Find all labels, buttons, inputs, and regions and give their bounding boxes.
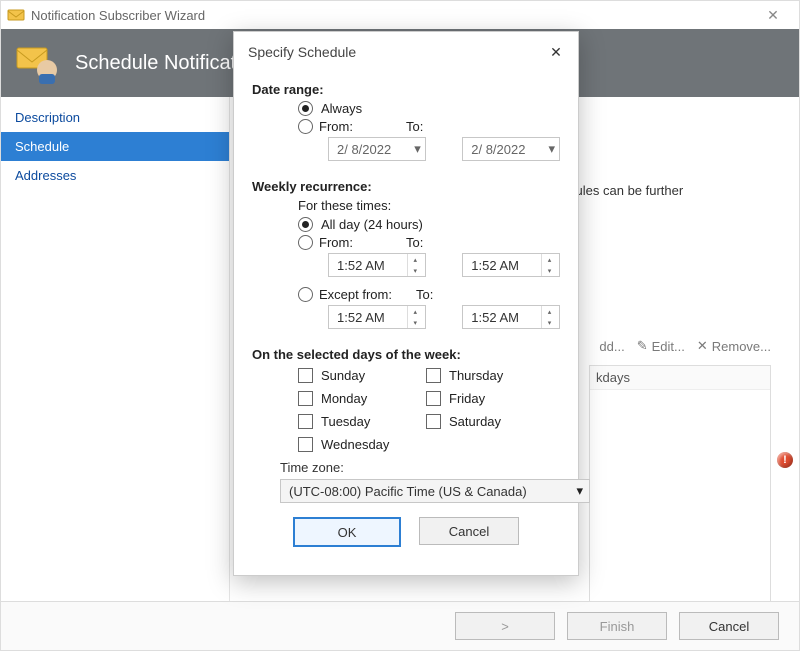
- date-to-picker[interactable]: 2/ 8/2022▾: [462, 137, 560, 161]
- time-from-input[interactable]: 1:52 AM▴▾: [328, 253, 426, 277]
- except-to-input[interactable]: 1:52 AM▴▾: [462, 305, 560, 329]
- weekly-subheading: For these times:: [298, 198, 560, 213]
- banner-title: Schedule Notificati: [75, 52, 241, 75]
- sidebar-nav: Description Schedule Addresses: [1, 97, 229, 196]
- wizard-window: Notification Subscriber Wizard ✕ Schedul…: [0, 0, 800, 651]
- list-toolbar: dd... ✎ Edit... ✕ Remove...: [599, 338, 771, 354]
- remove-label: Remove...: [712, 339, 771, 354]
- weekly-heading: Weekly recurrence:: [252, 179, 560, 194]
- chevron-down-icon: ▾: [576, 483, 583, 499]
- spinner[interactable]: ▴▾: [407, 306, 423, 328]
- radio-always-label: Always: [321, 101, 362, 116]
- timezone-combo[interactable]: (UTC-08:00) Pacific Time (US & Canada) ▾: [280, 479, 590, 503]
- spinner[interactable]: ▴▾: [541, 306, 557, 328]
- chevron-down-icon: ▾: [414, 141, 421, 157]
- ok-button[interactable]: OK: [293, 517, 401, 547]
- specify-schedule-dialog: Specify Schedule ✕ Date range: Always Fr…: [233, 31, 579, 576]
- check-saturday[interactable]: Saturday: [426, 414, 536, 429]
- days-grid: Sunday Thursday Monday Friday Tuesday Sa…: [298, 368, 560, 452]
- dialog-close-button[interactable]: ✕: [546, 42, 566, 62]
- radio-always[interactable]: [298, 101, 313, 116]
- except-from-label: Except from:: [319, 287, 392, 302]
- check-tuesday[interactable]: Tuesday: [298, 414, 408, 429]
- remove-button[interactable]: ✕ Remove...: [697, 338, 771, 354]
- titlebar: Notification Subscriber Wizard ✕: [1, 1, 799, 29]
- time-to-input[interactable]: 1:52 AM▴▾: [462, 253, 560, 277]
- radio-all-day[interactable]: [298, 217, 313, 232]
- spinner[interactable]: ▴▾: [541, 254, 557, 276]
- check-friday[interactable]: Friday: [426, 391, 536, 406]
- dialog-title: Specify Schedule: [248, 44, 546, 60]
- dialog-cancel-button[interactable]: Cancel: [419, 517, 519, 545]
- radio-except-from[interactable]: [298, 287, 313, 302]
- dialog-titlebar: Specify Schedule ✕: [234, 32, 578, 68]
- wizard-buttons: > Finish Cancel: [1, 601, 799, 650]
- cancel-button[interactable]: Cancel: [679, 612, 779, 640]
- dialog-body: Date range: Always From: To: 2/ 8/2022▾ …: [234, 68, 578, 575]
- list-column-header[interactable]: kdays: [590, 366, 770, 390]
- dialog-buttons: OK Cancel: [252, 503, 560, 563]
- x-icon: ✕: [697, 338, 708, 354]
- date-to-label: To:: [406, 119, 446, 134]
- add-label: dd...: [599, 339, 624, 354]
- days-heading: On the selected days of the week:: [252, 347, 560, 362]
- check-thursday[interactable]: Thursday: [426, 368, 536, 383]
- close-icon: ✕: [550, 44, 562, 61]
- date-from-label: From:: [319, 119, 353, 134]
- time-from-label: From:: [319, 235, 353, 250]
- sidebar-item-addresses[interactable]: Addresses: [1, 161, 229, 190]
- finish-button[interactable]: Finish: [567, 612, 667, 640]
- pencil-icon: ✎: [637, 338, 648, 354]
- timezone-label: Time zone:: [280, 460, 560, 475]
- edit-label: Edit...: [652, 339, 685, 354]
- close-icon: ✕: [767, 7, 779, 24]
- spinner[interactable]: ▴▾: [407, 254, 423, 276]
- check-monday[interactable]: Monday: [298, 391, 408, 406]
- window-title: Notification Subscriber Wizard: [31, 8, 753, 23]
- radio-all-day-label: All day (24 hours): [321, 217, 423, 232]
- schedule-list[interactable]: kdays: [589, 365, 771, 627]
- sidebar-item-schedule[interactable]: Schedule: [1, 132, 229, 161]
- sidebar-item-description[interactable]: Description: [1, 103, 229, 132]
- error-icon: !: [777, 452, 793, 468]
- edit-button[interactable]: ✎ Edit...: [637, 338, 685, 354]
- date-from-picker[interactable]: 2/ 8/2022▾: [328, 137, 426, 161]
- check-sunday[interactable]: Sunday: [298, 368, 408, 383]
- app-icon: [7, 6, 25, 24]
- add-button[interactable]: dd...: [599, 338, 624, 354]
- except-from-input[interactable]: 1:52 AM▴▾: [328, 305, 426, 329]
- date-range-heading: Date range:: [252, 82, 560, 97]
- chevron-down-icon: ▾: [548, 141, 555, 157]
- sidebar: Description Schedule Addresses: [1, 97, 230, 602]
- next-button[interactable]: >: [455, 612, 555, 640]
- banner-icon: [15, 40, 61, 86]
- radio-date-from[interactable]: [298, 119, 313, 134]
- window-close-button[interactable]: ✕: [753, 1, 793, 29]
- time-to-label: To:: [406, 235, 446, 250]
- radio-time-from[interactable]: [298, 235, 313, 250]
- except-to-label: To:: [416, 287, 456, 302]
- check-wednesday[interactable]: Wednesday: [298, 437, 408, 452]
